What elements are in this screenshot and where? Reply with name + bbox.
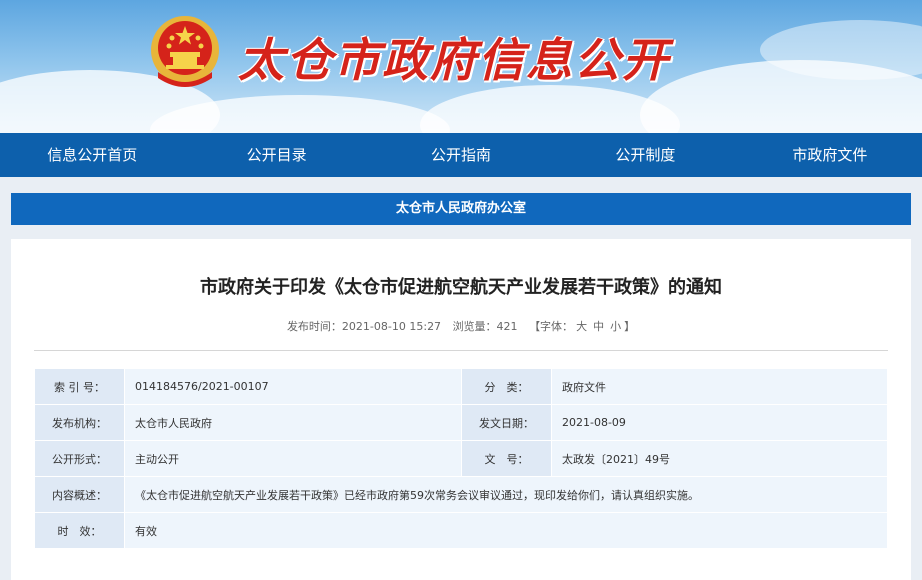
article-title: 市政府关于印发《太仓市促进航空航天产业发展若干政策》的通知 <box>200 277 722 298</box>
form-value: 主动公开 <box>124 440 462 477</box>
table-row: 时 效： 有效 <box>34 512 888 549</box>
nav-item-home[interactable]: 信息公开首页 <box>0 133 184 177</box>
issue-date-value: 2021-08-09 <box>551 404 888 441</box>
table-row: 索 引 号： 014184576/2021-00107 分 类： 政府文件 <box>34 368 888 405</box>
docno-value: 太政发〔2021〕49号 <box>551 440 888 477</box>
category-label: 分 类： <box>461 368 552 405</box>
issue-date-label: 发文日期： <box>461 404 552 441</box>
index-label: 索 引 号： <box>34 368 125 405</box>
validity-value: 有效 <box>124 512 888 549</box>
table-row: 内容概述： 《太仓市促进航空航天产业发展若干政策》已经市政府第59次常务会议审议… <box>34 476 888 513</box>
publish-time: 发布时间：2021-08-10 15:27 <box>286 320 442 333</box>
document-info-table: 索 引 号： 014184576/2021-00107 分 类： 政府文件 发布… <box>34 368 888 549</box>
header-banner: 太仓市政府信息公开 <box>0 0 922 133</box>
font-medium-link[interactable]: 中 <box>593 320 604 333</box>
article-card: 市政府关于印发《太仓市促进航空航天产业发展若干政策》的通知 发布时间：2021-… <box>11 239 911 580</box>
department-bar: 太仓市人民政府办公室 <box>11 193 911 225</box>
nav-item-catalog[interactable]: 公开目录 <box>184 133 368 177</box>
table-row: 公开形式： 主动公开 文 号： 太政发〔2021〕49号 <box>34 440 888 477</box>
main-nav: 信息公开首页 公开目录 公开指南 公开制度 市政府文件 <box>0 133 922 177</box>
nav-item-guide[interactable]: 公开指南 <box>369 133 553 177</box>
category-value: 政府文件 <box>551 368 888 405</box>
validity-label: 时 效： <box>34 512 125 549</box>
font-small-link[interactable]: 小 <box>610 320 621 333</box>
national-emblem-icon <box>151 16 219 87</box>
nav-item-documents[interactable]: 市政府文件 <box>738 133 922 177</box>
issuer-label: 发布机构： <box>34 404 125 441</box>
font-large-link[interactable]: 大 <box>576 320 587 333</box>
index-value: 014184576/2021-00107 <box>124 368 462 405</box>
view-count: 浏览量：421 <box>452 320 518 333</box>
form-label: 公开形式： <box>34 440 125 477</box>
divider <box>34 350 888 351</box>
nav-item-system[interactable]: 公开制度 <box>553 133 737 177</box>
font-size-label: 【字体： <box>529 320 574 333</box>
font-size-close: 】 <box>624 320 636 333</box>
summary-label: 内容概述： <box>34 476 125 513</box>
issuer-value: 太仓市人民政府 <box>124 404 462 441</box>
article-meta: 发布时间：2021-08-10 15:27 浏览量：421 【字体：大中小】 <box>11 318 911 334</box>
site-title: 太仓市政府信息公开 <box>238 33 670 87</box>
table-row: 发布机构： 太仓市人民政府 发文日期： 2021-08-09 <box>34 404 888 441</box>
docno-label: 文 号： <box>461 440 552 477</box>
summary-value: 《太仓市促进航空航天产业发展若干政策》已经市政府第59次常务会议审议通过，现印发… <box>124 476 888 513</box>
